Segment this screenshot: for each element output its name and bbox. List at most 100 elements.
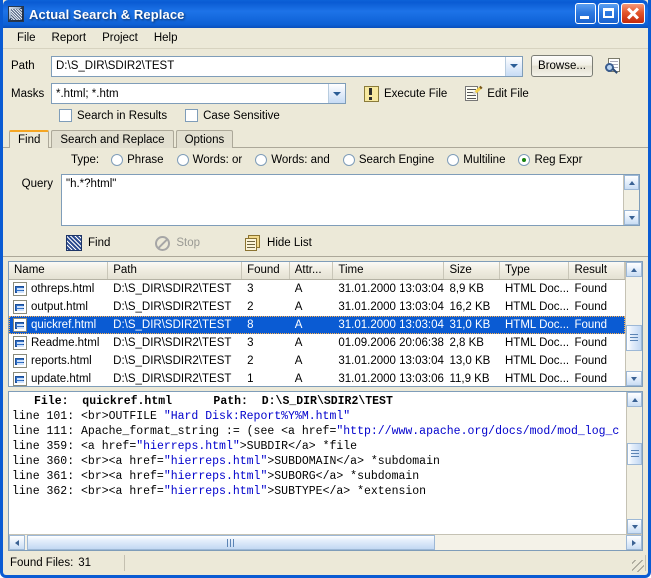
cell-attr: A [294,301,303,313]
cell-type: HTML Doc... [505,283,570,295]
chevron-down-icon[interactable] [328,84,345,103]
table-row[interactable]: reports.html D:\S_DIR\SDIR2\TEST 2 A 31.01.2… [9,352,625,370]
tab-search-and-replace[interactable]: Search and Replace [51,130,174,148]
preview-vertical-scrollbar[interactable] [626,392,642,534]
cell-found: 2 [247,301,254,313]
minimize-button[interactable] [575,3,596,24]
query-vertical-scrollbar[interactable] [623,175,639,225]
query-textarea[interactable]: "h.*?html" [61,174,640,226]
preview-horizontal-scrollbar[interactable] [9,534,642,550]
scroll-left-icon[interactable] [9,535,25,550]
scroll-down-icon[interactable] [627,519,642,534]
query-row: Query "h.*?html" [11,174,640,226]
radio-phrase[interactable]: Phrase [111,154,164,166]
table-row[interactable]: Readme.html D:\S_DIR\SDIR2\TEST 3 A 01.09.20… [9,334,625,352]
column-header-type[interactable]: Type [500,262,570,279]
results-rows: othreps.html D:\S_DIR\SDIR2\TEST 3 A 31.01.2… [9,280,625,386]
scroll-up-icon[interactable] [627,392,642,407]
maximize-button[interactable] [598,3,619,24]
radio-reg-expr-label: Reg Expr [534,154,583,166]
menu-item-help[interactable]: Help [146,30,186,46]
scrollbar-thumb[interactable] [627,443,642,465]
close-button[interactable] [621,3,645,24]
query-value[interactable]: "h.*?html" [62,175,623,225]
path-input[interactable]: D:\S_DIR\SDIR2\TEST [52,60,505,72]
menu-item-project[interactable]: Project [94,30,146,46]
cell-name-text: quickref.html [31,319,97,331]
scrollbar-thumb[interactable] [27,535,435,550]
edit-file-label: Edit File [487,87,529,100]
path-preview-icon[interactable] [603,56,623,76]
column-header-attr[interactable]: Attr... [290,262,334,279]
tab-options[interactable]: Options [175,130,234,148]
column-header-path[interactable]: Path [108,262,243,279]
scroll-up-icon[interactable] [624,175,639,190]
column-header-result[interactable]: Result [569,262,625,279]
table-row[interactable]: quickref.html D:\S_DIR\SDIR2\TEST 8 A 31.01.… [9,316,625,334]
table-row[interactable]: update.html D:\S_DIR\SDIR2\TEST 1 A 31.01.20… [9,370,625,386]
scroll-down-icon[interactable] [624,210,639,225]
hide-list-button[interactable]: Hide List [245,235,312,251]
search-in-results-checkbox[interactable]: Search in Results [59,109,167,122]
column-header-time[interactable]: Time [333,262,445,279]
cell-path: D:\S_DIR\SDIR2\TEST [113,319,232,331]
html-file-icon [13,300,27,314]
column-header-size[interactable]: Size [444,262,501,279]
scrollbar-thumb[interactable] [626,325,642,351]
results-vertical-scrollbar[interactable] [625,262,642,386]
scrollbar-track[interactable] [627,407,642,519]
table-row[interactable]: output.html D:\S_DIR\SDIR2\TEST 2 A 31.01.20… [9,298,625,316]
radio-words-and[interactable]: Words: and [255,154,330,166]
column-header-name[interactable]: Name [9,262,109,279]
find-button[interactable]: Find [66,235,110,251]
preview-line-match: "hierreps.html" [136,440,240,453]
scrollbar-track[interactable] [626,277,642,371]
cell-type: HTML Doc... [505,301,570,313]
cell-time: 31.01.2000 13:03:04 [338,319,444,331]
find-icon [66,235,82,251]
resize-grip-icon[interactable] [632,560,644,572]
cell-attr: A [294,337,303,349]
grip-icon [227,538,235,547]
cell-path: D:\S_DIR\SDIR2\TEST [113,355,232,367]
execute-file-label: Execute File [384,87,448,100]
masks-combobox[interactable]: *.html; *.htm [51,83,346,104]
cell-found: 3 [247,283,254,295]
case-sensitive-checkbox[interactable]: Case Sensitive [185,109,280,122]
preview-line-suffix: >SUBDOMAIN</a> *subdomain [267,455,440,468]
menu-item-report[interactable]: Report [44,30,95,46]
tab-find[interactable]: Find [9,130,50,148]
cell-path: D:\S_DIR\SDIR2\TEST [113,373,232,385]
edit-file-button[interactable]: Edit File [465,85,529,102]
scroll-right-icon[interactable] [626,535,642,550]
chevron-down-icon[interactable] [505,56,522,76]
scroll-down-icon[interactable] [626,371,642,386]
case-sensitive-label: Case Sensitive [203,109,280,122]
radio-icon [255,154,268,166]
cell-name: output.html [9,300,108,314]
menu-item-file[interactable]: File [9,30,44,46]
tab-strip: Find Search and Replace Options [3,127,648,148]
preview-line: line 359: <a href="hierreps.html">SUBDIR… [12,439,626,454]
preview-line-prefix: line 359: <a href= [12,440,137,453]
scrollbar-track[interactable] [25,535,626,550]
results-main: Name Path Found Attr... Time Size Type R… [9,262,625,386]
find-tab-panel: Type: Phrase Words: or Words: and Search… [3,148,648,257]
column-header-found[interactable]: Found [242,262,290,279]
path-combobox[interactable]: D:\S_DIR\SDIR2\TEST [51,55,523,77]
edit-file-icon [465,85,483,102]
cell-size: 31,0 KB [449,319,491,331]
browse-button[interactable]: Browse... [531,55,593,77]
scroll-up-icon[interactable] [626,262,642,277]
cell-result: Found [574,337,608,349]
execute-file-button[interactable]: Execute File [364,85,448,102]
radio-words-or[interactable]: Words: or [176,154,242,166]
menu-bar: File Report Project Help [3,28,648,49]
radio-reg-expr[interactable]: Reg Expr [518,154,582,166]
preview-text[interactable]: File: quickref.html Path: D:\S_DIR\SDIR2… [9,392,626,534]
radio-search-engine[interactable]: Search Engine [342,154,434,166]
masks-input[interactable]: *.html; *.htm [52,88,328,100]
table-row[interactable]: othreps.html D:\S_DIR\SDIR2\TEST 3 A 31.01.2… [9,280,625,298]
window-controls [575,3,645,24]
radio-multiline[interactable]: Multiline [447,154,505,166]
